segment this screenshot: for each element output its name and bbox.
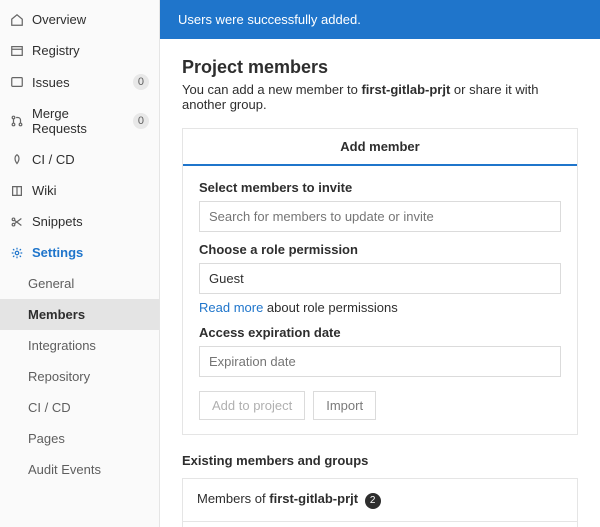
existing-members-title: Existing members and groups [182,453,578,468]
sidebar-sub-repository[interactable]: Repository [0,361,159,392]
scissors-icon [10,215,24,229]
sidebar-item-cicd[interactable]: CI / CD [0,144,159,175]
add-member-card: Add member Select members to invite Choo… [182,128,578,435]
banner-text: Users were successfully added. [178,12,361,27]
sidebar-sub-label: Pages [28,431,65,446]
read-more-link[interactable]: Read more [199,300,263,315]
role-permission-select[interactable]: Guest [199,263,561,294]
sidebar-item-label: Overview [32,12,149,27]
sidebar-sub-cicd[interactable]: CI / CD [0,392,159,423]
main: Users were successfully added. Project m… [160,0,600,527]
sidebar-item-label: Wiki [32,183,149,198]
sidebar-item-overview[interactable]: Overview [0,4,159,35]
success-banner: Users were successfully added. [160,0,600,39]
issues-badge: 0 [133,74,149,90]
import-button[interactable]: Import [313,391,376,420]
search-members-input[interactable] [199,201,561,232]
sidebar-item-label: Issues [32,75,125,90]
role-permission-label: Choose a role permission [199,242,561,257]
sidebar: Overview Registry Issues 0 Merge Request… [0,0,160,527]
rocket-icon [10,153,24,167]
mr-badge: 0 [133,113,149,129]
select-members-label: Select members to invite [199,180,561,195]
sidebar-sub-audit[interactable]: Audit Events [0,454,159,485]
merge-icon [10,114,24,128]
sidebar-item-label: Merge Requests [32,106,125,136]
tab-add-member[interactable]: Add member [183,129,577,166]
sidebar-item-wiki[interactable]: Wiki [0,175,159,206]
sidebar-sub-members[interactable]: Members [0,299,159,330]
sidebar-item-registry[interactable]: Registry [0,35,159,66]
members-header: Members of first-gitlab-prjt 2 [183,479,577,522]
sidebar-item-label: Registry [32,43,149,58]
member-count-badge: 2 [365,493,381,509]
role-hint: Read more about role permissions [199,300,561,315]
sidebar-sub-label: Integrations [28,338,96,353]
sidebar-sub-label: Members [28,307,85,322]
sidebar-item-issues[interactable]: Issues 0 [0,66,159,98]
issues-icon [10,75,24,89]
sidebar-item-merge-requests[interactable]: Merge Requests 0 [0,98,159,144]
home-icon [10,13,24,27]
sidebar-item-label: Snippets [32,214,149,229]
page-title: Project members [182,57,578,78]
members-box: Members of first-gitlab-prjt 2 mahantesh… [182,478,578,527]
sidebar-sub-label: Audit Events [28,462,101,477]
sidebar-item-snippets[interactable]: Snippets [0,206,159,237]
sidebar-sub-pages[interactable]: Pages [0,423,159,454]
sidebar-sub-integrations[interactable]: Integrations [0,330,159,361]
add-to-project-button[interactable]: Add to project [199,391,305,420]
sidebar-item-label: Settings [32,245,149,260]
sidebar-sub-label: Repository [28,369,90,384]
sidebar-item-label: CI / CD [32,152,149,167]
sidebar-sub-label: CI / CD [28,400,71,415]
expiration-label: Access expiration date [199,325,561,340]
sidebar-sub-label: General [28,276,74,291]
sidebar-item-settings[interactable]: Settings [0,237,159,268]
book-icon [10,184,24,198]
registry-icon [10,44,24,58]
page-subtitle: You can add a new member to first-gitlab… [182,82,578,112]
expiration-input[interactable] [199,346,561,377]
gear-icon [10,246,24,260]
member-row: mahantesh v nagathan @mantu1904 It's you… [183,522,577,527]
sidebar-sub-general[interactable]: General [0,268,159,299]
